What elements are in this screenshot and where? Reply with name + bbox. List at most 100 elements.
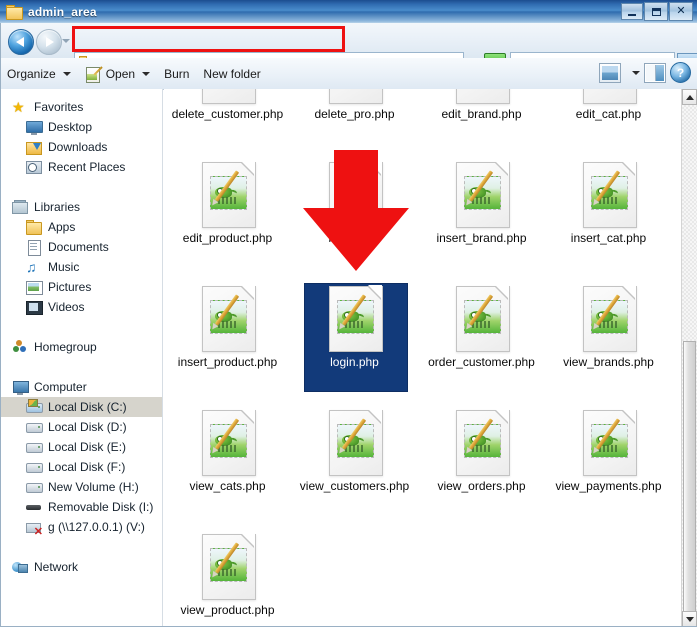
file-item[interactable]: insert_cat.php <box>545 158 672 282</box>
file-name-label: insert_cat.php <box>570 231 647 245</box>
file-item[interactable]: view_orders.php <box>418 406 545 530</box>
sidebar-item-music[interactable]: ♫ Music <box>0 257 162 277</box>
vertical-scrollbar[interactable] <box>681 89 697 627</box>
system-drive-icon <box>26 399 43 415</box>
network-icon <box>12 559 28 575</box>
sidebar-item-new-volume-h[interactable]: New Volume (H:) <box>0 477 162 497</box>
maximize-button[interactable] <box>644 2 668 21</box>
help-icon[interactable]: ? <box>670 62 691 83</box>
file-name-label: edit_product.php <box>182 231 273 245</box>
file-item[interactable]: delete_customer.php <box>164 89 291 158</box>
file-item[interactable]: view_brands.php <box>545 282 672 406</box>
libraries-icon <box>12 199 28 215</box>
sidebar-item-favorites[interactable]: ★ Favorites <box>0 97 162 117</box>
file-item[interactable]: view_product.php <box>164 530 291 627</box>
minimize-button[interactable] <box>621 3 643 20</box>
nav-group-computer: Computer Local Disk (C:) Local Disk (D:)… <box>0 377 162 538</box>
sidebar-item-network[interactable]: Network <box>0 557 162 577</box>
file-name-label: view_brands.php <box>563 355 654 369</box>
file-list-pane[interactable]: delete_customer.php delete_pro.php edit_br… <box>164 89 682 627</box>
file-item[interactable]: edit_cat.php <box>545 89 672 158</box>
php-file-icon <box>582 285 637 352</box>
sidebar-label: Downloads <box>48 140 108 154</box>
sidebar-item-local-disk-f[interactable]: Local Disk (F:) <box>0 457 162 477</box>
change-view-icon[interactable] <box>599 62 621 83</box>
sidebar-item-documents[interactable]: Documents <box>0 237 162 257</box>
open-button[interactable]: Open <box>78 62 157 86</box>
preview-pane-icon[interactable] <box>644 62 666 83</box>
file-item[interactable]: edit_product.php <box>164 158 291 282</box>
recent-pages-dropdown-icon[interactable] <box>62 39 70 43</box>
file-name-label: view_product.php <box>180 603 275 617</box>
desktop-icon <box>26 119 43 135</box>
chevron-down-icon[interactable] <box>632 70 640 75</box>
close-button[interactable]: ✕ <box>669 2 693 21</box>
burn-button[interactable]: Burn <box>157 62 196 86</box>
scrollbar-thumb[interactable] <box>683 341 696 627</box>
file-item[interactable]: view_cats.php <box>164 406 291 530</box>
new-folder-button[interactable]: New folder <box>196 62 267 86</box>
documents-icon <box>26 239 42 256</box>
sidebar-item-homegroup[interactable]: Homegroup <box>0 337 162 357</box>
scroll-up-button[interactable] <box>682 89 697 105</box>
sidebar-label: Apps <box>48 220 76 234</box>
removable-disk-icon <box>26 499 42 515</box>
sidebar-item-pictures[interactable]: Pictures <box>0 277 162 297</box>
sidebar-label: Computer <box>34 380 87 394</box>
recent-places-icon <box>26 159 42 175</box>
file-item[interactable]: order_customer.php <box>418 282 545 406</box>
sidebar-label: g (\\127.0.0.1) (V:) <box>48 520 145 534</box>
navigation-pane[interactable]: ★ Favorites Desktop Downloads Recent Pla… <box>0 89 163 627</box>
explorer-window: admin_area ✕ wamp www ecommerce admin_ar… <box>0 0 697 627</box>
sidebar-item-videos[interactable]: Videos <box>0 297 162 317</box>
forward-button[interactable] <box>36 29 62 55</box>
computer-icon <box>12 379 29 395</box>
sidebar-item-libraries[interactable]: Libraries <box>0 197 162 217</box>
drive-icon <box>26 459 43 475</box>
scroll-down-button[interactable] <box>682 611 697 627</box>
nav-group-network: Network <box>0 557 162 577</box>
file-item[interactable]: view_customers.php <box>291 406 418 530</box>
file-item[interactable]: delete_pro.php <box>291 89 418 158</box>
sidebar-item-local-disk-d[interactable]: Local Disk (D:) <box>0 417 162 437</box>
file-item[interactable]: edit_brand.php <box>418 89 545 158</box>
open-file-icon <box>85 65 103 83</box>
disconnected-network-drive-icon: ✕ <box>26 519 43 538</box>
file-name-label: insert_product.php <box>177 355 278 369</box>
sidebar-item-local-disk-e[interactable]: Local Disk (E:) <box>0 437 162 457</box>
folder-icon <box>26 219 42 235</box>
sidebar-item-desktop[interactable]: Desktop <box>0 117 162 137</box>
organize-button[interactable]: Organize <box>0 62 78 86</box>
sidebar-item-network-drive-v[interactable]: ✕ g (\\127.0.0.1) (V:) <box>0 517 162 538</box>
sidebar-item-computer[interactable]: Computer <box>0 377 162 397</box>
php-file-icon <box>201 409 256 476</box>
sidebar-item-downloads[interactable]: Downloads <box>0 137 162 157</box>
back-button[interactable] <box>8 29 34 55</box>
sidebar-item-removable-disk-i[interactable]: Removable Disk (I:) <box>0 497 162 517</box>
chevron-down-icon <box>142 71 151 76</box>
sidebar-item-apps[interactable]: Apps <box>0 217 162 237</box>
php-file-icon <box>328 409 383 476</box>
php-file-icon <box>328 161 383 228</box>
file-item[interactable]: insert_brand.php <box>418 158 545 282</box>
file-item[interactable]: view_payments.php <box>545 406 672 530</box>
php-file-icon <box>455 285 510 352</box>
php-file-icon <box>328 89 383 104</box>
file-item[interactable]: insert_product.php <box>164 282 291 406</box>
folder-icon <box>6 4 23 20</box>
php-file-icon <box>328 285 383 352</box>
file-item[interactable]: login.php <box>291 282 418 406</box>
sidebar-label: Desktop <box>48 120 93 134</box>
window-title: admin_area <box>28 4 97 19</box>
sidebar-label: Videos <box>48 300 85 314</box>
file-name-label: delete_pro.php <box>314 107 395 121</box>
sidebar-item-local-disk-c[interactable]: Local Disk (C:) <box>0 397 162 417</box>
sidebar-item-recent-places[interactable]: Recent Places <box>0 157 162 177</box>
php-file-icon <box>201 533 256 600</box>
file-name-label: insert_brand.php <box>436 231 527 245</box>
file-name-label: view_cats.php <box>189 479 266 493</box>
file-item[interactable]: index.php <box>291 158 418 282</box>
window-border-left <box>0 23 1 627</box>
